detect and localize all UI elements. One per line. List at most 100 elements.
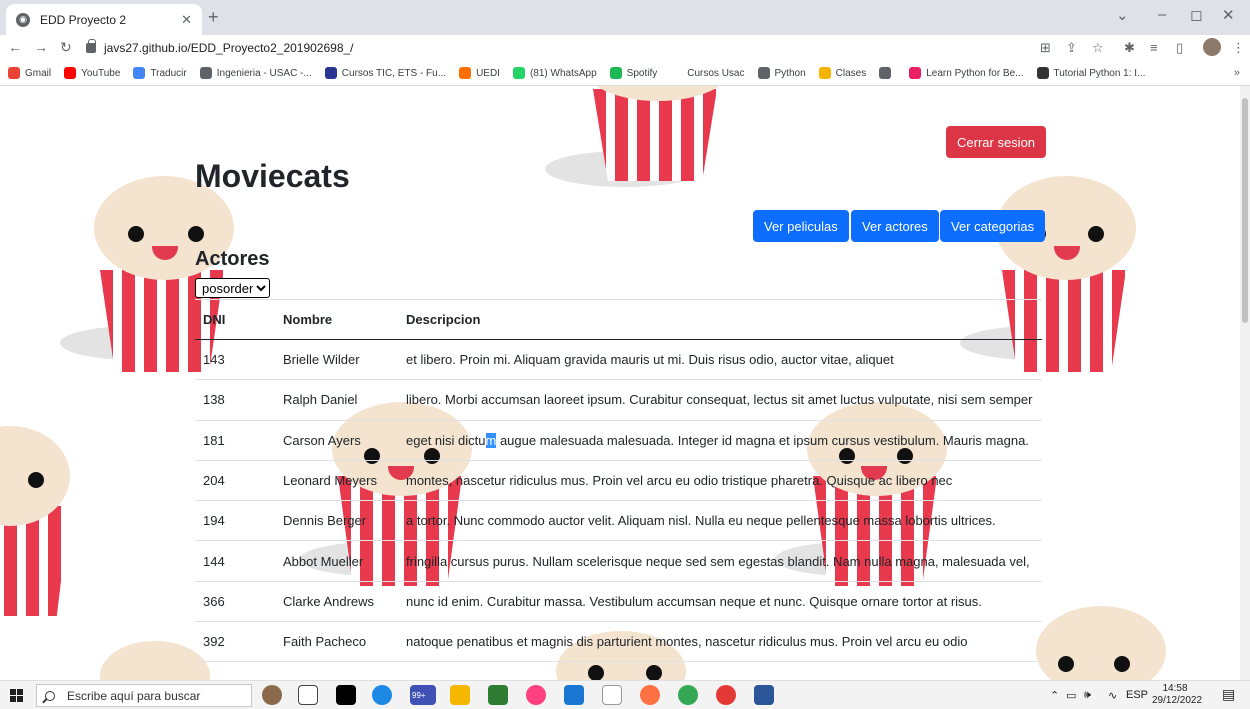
vscode-icon[interactable] [564,685,584,705]
cell-description: et libero. Proin mi. Aliquam gravida mau… [398,339,1042,381]
tray-chevron-icon[interactable]: ⌃ [1050,689,1059,702]
taskbar-search[interactable]: Escribe aquí para buscar [36,684,252,707]
clock-date: 29/12/2022 [1152,695,1203,706]
bookmark-clases[interactable]: Clases [818,67,867,79]
extensions-icon[interactable]: ✱ [1124,40,1135,56]
language-indicator[interactable]: ESP [1126,689,1148,701]
task-view-icon[interactable] [298,685,318,705]
cell-name: Carson Ayers [275,420,398,461]
cell-description: fringilla cursus purus. Nullam scelerisq… [398,540,1042,582]
bookmark-spotify[interactable]: Spotify [609,67,657,79]
order-select[interactable]: posorden [195,278,270,298]
chrome-icon[interactable] [678,685,698,705]
paint-icon[interactable] [488,685,508,705]
word-icon[interactable] [754,685,774,705]
sidepanel-icon[interactable]: ▯ [1176,40,1183,56]
minimize-icon[interactable]: – [1158,6,1166,23]
share-icon[interactable]: ⇪ [1066,40,1077,56]
bookmark-learn-python[interactable]: Learn Python for Be... [909,67,1024,79]
bookmark-cursos-tic[interactable]: Cursos TIC, ETS - Fu... [324,67,446,79]
file-explorer-icon[interactable] [450,685,470,705]
uedi-icon [459,67,472,79]
cell-dni: 194 [195,500,275,542]
description-text: augue malesuada malesuada. Integer id ma… [496,432,1029,448]
learn-python-icon [909,67,922,79]
bookmark-cursos-usac[interactable]: Cursos Usac [670,67,745,79]
snipping-tool-icon[interactable] [602,685,622,705]
edge-icon[interactable] [372,685,392,705]
cell-name: Dennis Berger [275,500,398,542]
wifi-icon[interactable]: ∿ [1108,689,1117,702]
cell-description: eget nisi dictum augue malesuada malesua… [398,420,1042,461]
chevron-down-icon[interactable]: ⌄ [1116,6,1129,24]
translate-icon[interactable]: ⊞ [1040,40,1051,56]
bookmark-python[interactable]: Python [757,67,806,79]
browser-tab[interactable]: ◉ EDD Proyecto 2 ✕ [6,4,202,35]
cell-name: Leonard Meyers [275,460,398,502]
bookmark-label: Cursos Usac [687,67,745,79]
profile-avatar[interactable] [1203,38,1221,56]
bookmark-gmail[interactable]: Gmail [8,67,51,79]
header-nombre: Nombre [275,299,398,340]
chrome-canary-icon[interactable] [716,685,736,705]
view-movies-button[interactable]: Ver peliculas [753,210,849,242]
scrollbar-thumb[interactable] [1242,98,1248,323]
cell-name: Brielle Wilder [275,339,398,381]
cortana-icon[interactable] [262,685,282,705]
bookmark-label: Clases [835,67,867,79]
cell-name: Ralph Daniel [275,379,398,421]
table-row: 204 Leonard Meyers montes, nascetur ridi… [195,460,1042,502]
bookmark-youtube[interactable]: YouTube [64,67,120,79]
reading-list-icon[interactable]: ≡ [1150,40,1158,55]
faculty-icon [199,67,212,79]
itunes-icon[interactable] [526,685,546,705]
table-row: 194 Dennis Berger a tortor. Nunc commodo… [195,500,1042,542]
windows-taskbar: Escribe aquí para buscar 99+ ⌃ ▭ 🕪 ∿ ESP… [0,680,1250,709]
view-categories-button[interactable]: Ver categorias [940,210,1046,242]
bookmark-label: UEDI [476,67,500,79]
star-icon[interactable]: ☆ [1092,40,1104,56]
logout-button[interactable]: Cerrar sesion [946,126,1047,158]
reload-icon[interactable]: ↻ [60,39,72,56]
volume-icon[interactable]: 🕪 [1084,689,1091,702]
bookmark-uedi[interactable]: UEDI [459,67,500,79]
view-actors-button[interactable]: Ver actores [851,210,939,242]
taskbar-clock[interactable]: 14:58 29/12/2022 [1152,683,1203,707]
cell-description: natoque penatibus et magnis dis parturie… [398,621,1042,663]
table-row: 138 Ralph Daniel libero. Morbi accumsan … [195,379,1042,421]
page-content: Moviecats Cerrar sesion Ver peliculas Ve… [0,86,1240,680]
mail-icon[interactable]: 99+ [410,685,436,705]
page-scrollbar[interactable] [1240,86,1250,680]
window-close-icon[interactable]: ✕ [1222,6,1235,24]
tab-title: EDD Proyecto 2 [40,12,127,27]
table-row: 144 Abbot Mueller fringilla cursus purus… [195,540,1042,582]
bookmark-tutorial-python[interactable]: Tutorial Python 1: I... [1036,67,1145,79]
bookmark-traducir[interactable]: Traducir [133,67,187,79]
maximize-icon[interactable]: ◻ [1190,6,1202,24]
back-icon[interactable]: ← [8,39,22,55]
url-text[interactable]: javs27.github.io/EDD_Proyecto2_201902698… [104,41,354,55]
battery-icon[interactable]: ▭ [1066,689,1076,702]
cell-name: Faith Pacheco [275,621,398,663]
notifications-icon[interactable]: ▤ [1222,686,1235,703]
bookmark-ingenieria[interactable]: Ingenieria - USAC -... [199,67,312,79]
spotify-icon [609,67,622,79]
table-row: 392 Faith Pacheco natoque penatibus et m… [195,621,1042,663]
bookmark-globe[interactable] [879,67,896,79]
close-icon[interactable]: ✕ [181,12,192,28]
blank-icon [670,67,683,79]
windows-start-icon[interactable] [10,689,23,702]
cell-description: nunc id enim. Curabitur massa. Vestibulu… [398,581,1042,623]
new-tab-icon[interactable]: + [208,7,219,28]
header-descripcion: Descripcion [398,299,1042,340]
forward-icon[interactable]: → [34,39,48,55]
bookmark-label: Gmail [25,67,52,79]
netflix-icon[interactable] [336,685,356,705]
menu-icon[interactable]: ⋮ [1232,40,1245,56]
bookmark-whatsapp[interactable]: (81) WhatsApp [512,67,597,79]
more-bookmarks-icon[interactable]: » [1234,67,1240,79]
text-selection: m [485,432,497,448]
address-bar[interactable]: javs27.github.io/EDD_Proyecto2_201902698… [86,37,1026,59]
firefox-icon[interactable] [640,685,660,705]
cell-description: montes, nascetur ridiculus mus. Proin ve… [398,460,1042,502]
